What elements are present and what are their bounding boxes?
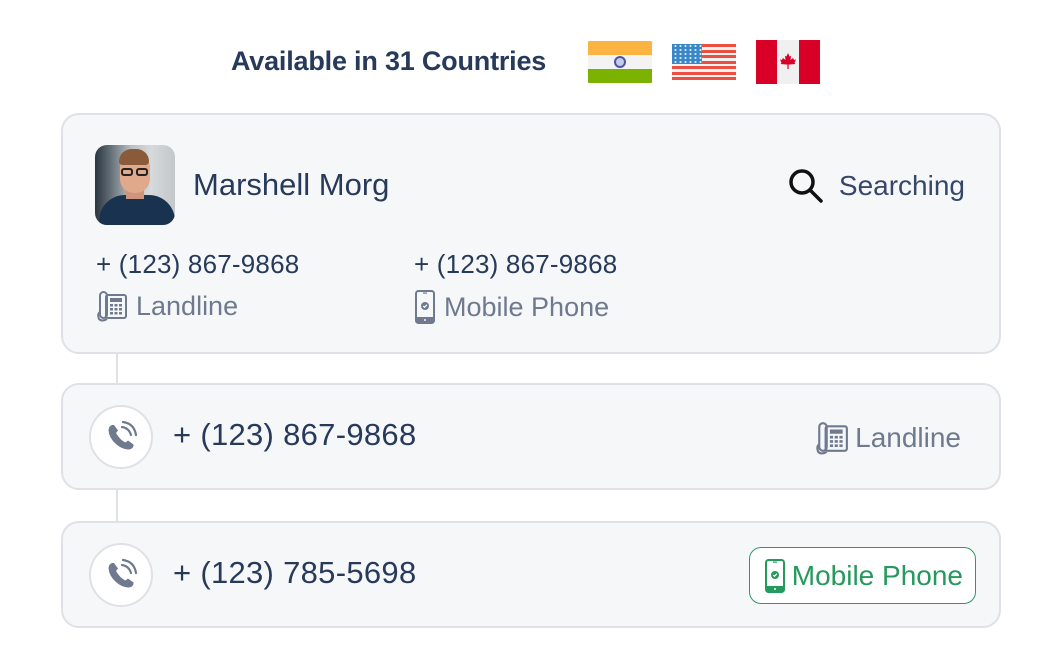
connector-line xyxy=(116,490,118,521)
landline-phone-icon xyxy=(97,291,127,322)
result-row[interactable]: + (123) 867-9868 Landline xyxy=(61,383,1001,490)
phone-type-label: Landline xyxy=(136,290,239,321)
contact-phone-landline: + (123) 867-9868 Landline xyxy=(96,249,299,322)
phone-type-label: Mobile Phone xyxy=(444,291,610,322)
phone-call-icon xyxy=(108,558,138,588)
mobile-phone-badge: Mobile Phone xyxy=(748,547,976,604)
avatar xyxy=(95,145,175,225)
phone-type: Landline xyxy=(815,421,961,455)
mobile-phone-icon xyxy=(764,558,785,593)
phone-number: + (123) 867-9868 xyxy=(173,417,417,452)
phone-type-label: Mobile Phone xyxy=(791,559,963,591)
availability-title: Available in 31 Countries xyxy=(231,46,547,76)
contact-phone-mobile: + (123) 867-9868 Mobile Phone xyxy=(414,249,617,324)
search-icon xyxy=(789,169,823,203)
connector-line xyxy=(116,354,118,383)
canada-flag-icon xyxy=(756,40,820,84)
phone-number: + (123) 867-9868 xyxy=(96,249,300,279)
india-flag-icon xyxy=(588,41,652,83)
status-label: Searching xyxy=(838,170,965,201)
header: Available in 31 Countries xyxy=(0,38,1060,88)
contact-card[interactable]: Marshell Morg Searching + (123) 867-9868… xyxy=(61,113,1001,354)
search-status: Searching xyxy=(787,167,965,205)
phone-number: + (123) 785-5698 xyxy=(173,555,417,590)
phone-call-icon xyxy=(108,420,138,450)
contact-name: Marshell Morg xyxy=(193,167,390,202)
result-row[interactable]: + (123) 785-5698 Mobile Phone xyxy=(61,521,1001,628)
phone-number: + (123) 867-9868 xyxy=(414,249,618,279)
call-button[interactable] xyxy=(89,543,153,607)
mobile-phone-icon xyxy=(415,290,435,324)
call-button[interactable] xyxy=(89,405,153,469)
usa-flag-icon xyxy=(672,44,736,80)
phone-type-label: Landline xyxy=(855,422,961,453)
landline-phone-icon xyxy=(816,422,849,455)
